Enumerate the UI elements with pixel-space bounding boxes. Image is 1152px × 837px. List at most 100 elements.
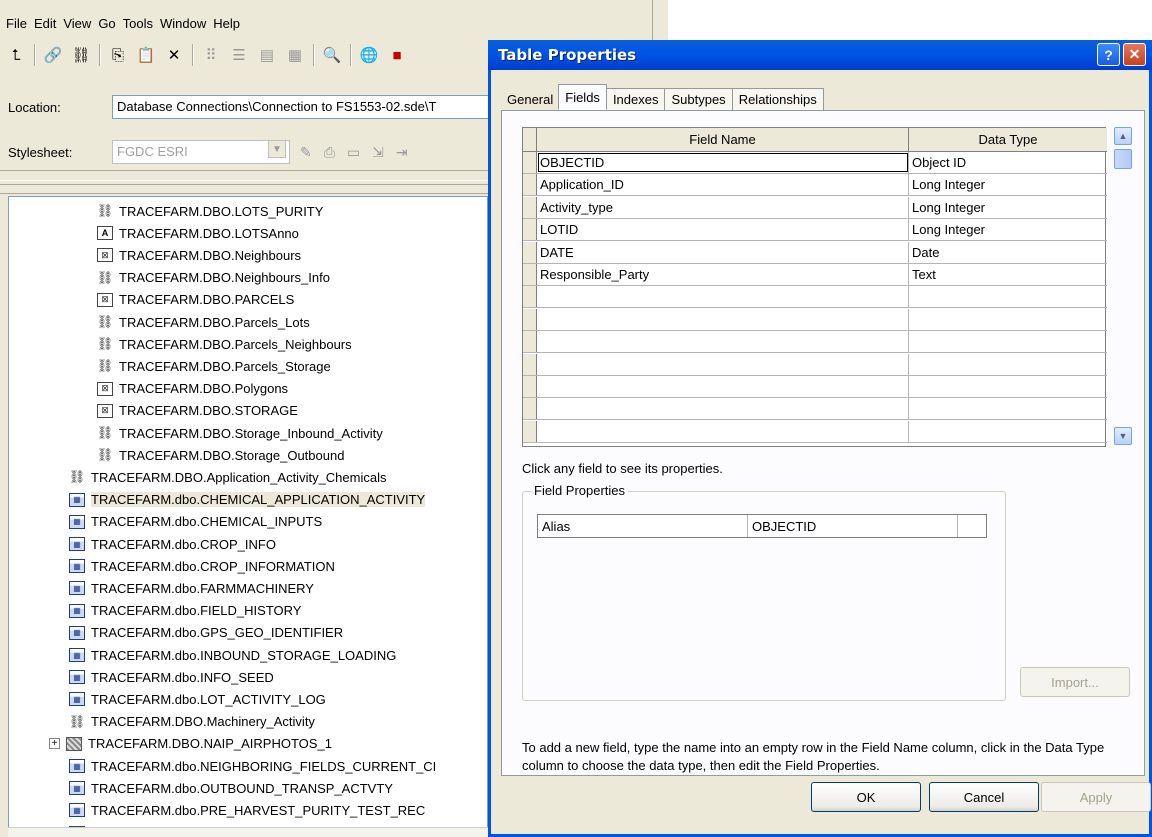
- scroll-thumb[interactable]: [1114, 149, 1132, 169]
- row-selector[interactable]: [523, 308, 537, 330]
- tree-item[interactable]: ⛓ TRACEFARM.DBO.Storage_Outbound: [97, 444, 345, 466]
- tab-indexes[interactable]: Indexes: [605, 88, 666, 110]
- field-name-cell[interactable]: Application_ID: [537, 174, 909, 196]
- tab-general[interactable]: General: [501, 88, 559, 110]
- tab-fields[interactable]: Fields: [558, 84, 607, 110]
- tree-item[interactable]: ▦ TRACEFARM.dbo.CROP_INFO: [69, 533, 276, 555]
- connect-folder-icon[interactable]: 🔗: [41, 43, 65, 67]
- launch-arcmap-icon[interactable]: 🔍: [320, 43, 344, 67]
- tree-item[interactable]: ▦ TRACEFARM.dbo.CROP_INFORMATION: [69, 555, 335, 577]
- globe-icon[interactable]: 🌐: [357, 43, 381, 67]
- menu-item-go[interactable]: Go: [98, 16, 115, 31]
- tree-item[interactable]: ▦ TRACEFARM.dbo.GPS_GEO_IDENTIFIER: [69, 622, 343, 644]
- tree-item[interactable]: ▦ TRACEFARM.dbo.FARMMACHINERY: [69, 577, 314, 599]
- field-row[interactable]: [523, 286, 1107, 309]
- tree-item[interactable]: A TRACEFARM.DBO.LOTSAnno: [97, 222, 299, 244]
- field-row[interactable]: [523, 331, 1107, 354]
- edit-metadata-icon[interactable]: ✎: [300, 144, 312, 161]
- tree-item[interactable]: ⛓ TRACEFARM.DBO.Application_Activity_Chem…: [69, 466, 387, 488]
- thumbnails-icon[interactable]: ▦: [283, 43, 307, 67]
- menu-item-window[interactable]: Window: [160, 16, 206, 31]
- field-name-cell[interactable]: [537, 376, 909, 397]
- tree-item[interactable]: ▦ TRACEFARM.dbo.LOT_ACTIVITY_LOG: [69, 688, 326, 710]
- up-one-level-icon[interactable]: ⮤: [4, 43, 28, 67]
- row-selector[interactable]: [523, 152, 537, 173]
- field-row[interactable]: Responsible_Party Text: [523, 264, 1107, 286]
- tree-item[interactable]: ⛓ TRACEFARM.DBO.LOTS_PURITY: [97, 200, 324, 222]
- field-row[interactable]: DATE Date: [523, 241, 1107, 264]
- field-row[interactable]: OBJECTID Object ID: [523, 152, 1107, 174]
- tree-item[interactable]: ▦ TRACEFARM.dbo.OUTBOUND_TRANSP_ACTVTY: [69, 777, 393, 799]
- field-name-cell[interactable]: [537, 308, 909, 330]
- data-type-cell[interactable]: [909, 309, 1107, 330]
- large-icons-icon[interactable]: ⠿: [199, 43, 223, 67]
- close-icon[interactable]: ✕: [1123, 43, 1146, 66]
- menu-item-tools[interactable]: Tools: [123, 16, 153, 31]
- scroll-down-icon[interactable]: ▼: [1114, 427, 1132, 445]
- field-row[interactable]: [523, 353, 1107, 376]
- field-row[interactable]: LOTID Long Integer: [523, 219, 1107, 242]
- data-type-cell[interactable]: [909, 354, 1107, 375]
- tree-item[interactable]: ▦ TRACEFARM.dbo.FIELD_HISTORY: [69, 600, 301, 622]
- data-type-cell[interactable]: [909, 421, 1107, 442]
- data-type-cell[interactable]: [909, 331, 1107, 352]
- field-name-header[interactable]: Field Name: [537, 128, 909, 151]
- menu-item-help[interactable]: Help: [213, 16, 240, 31]
- row-selector[interactable]: [523, 331, 537, 353]
- expand-icon[interactable]: +: [49, 738, 60, 750]
- field-row[interactable]: [523, 376, 1107, 398]
- row-selector[interactable]: [523, 196, 537, 218]
- data-type-cell[interactable]: [909, 376, 1107, 397]
- property-value[interactable]: OBJECTID: [748, 515, 958, 537]
- field-row[interactable]: [523, 308, 1107, 331]
- field-name-cell[interactable]: DATE: [537, 241, 909, 263]
- tree-item[interactable]: ▦ TRACEFARM.dbo.CHEMICAL_INPUTS: [69, 511, 322, 533]
- tab-subtypes[interactable]: Subtypes: [664, 88, 733, 110]
- tree-item[interactable]: ⛓ TRACEFARM.DBO.Parcels_Lots: [97, 311, 310, 333]
- field-name-cell[interactable]: OBJECTID: [537, 152, 909, 173]
- paste-icon[interactable]: 📋: [134, 43, 158, 67]
- tree-item[interactable]: ▦ TRACEFARM.dbo.INBOUND_STORAGE_LOADING: [69, 644, 396, 666]
- tree-item[interactable]: ▦ TRACEFARM.dbo.PRE_HARVEST_PURITY_TEST_R…: [69, 799, 425, 821]
- tree-item[interactable]: ⊠ TRACEFARM.DBO.Polygons: [97, 378, 288, 400]
- tree-item[interactable]: ⛓ TRACEFARM.DBO.Storage_Inbound_Activity: [97, 422, 383, 444]
- tree-item[interactable]: ⊠ TRACEFARM.DBO.PARCELS: [97, 289, 294, 311]
- tree-item[interactable]: ▦ TRACEFARM.dbo.CHEMICAL_APPLICATION_ACTI…: [69, 489, 426, 511]
- tree-item[interactable]: ⛓ TRACEFARM.DBO.Machinery_Activity: [69, 711, 315, 733]
- data-type-cell[interactable]: [909, 286, 1107, 307]
- horizontal-scrollbar[interactable]: [8, 827, 488, 837]
- pane-splitter[interactable]: [0, 170, 488, 194]
- list-icon[interactable]: ☰: [227, 43, 251, 67]
- field-name-cell[interactable]: Activity_type: [537, 196, 909, 218]
- import-button[interactable]: Import...: [1020, 667, 1130, 697]
- ok-button[interactable]: OK: [811, 782, 921, 812]
- field-row[interactable]: [523, 420, 1107, 443]
- field-name-cell[interactable]: [537, 420, 909, 442]
- export-metadata-icon[interactable]: ⇥: [396, 144, 408, 161]
- arctoolbox-icon[interactable]: ■: [385, 43, 409, 67]
- row-selector[interactable]: [523, 219, 537, 241]
- grid-vertical-scrollbar[interactable]: ▲ ▼: [1114, 127, 1132, 447]
- data-type-cell[interactable]: Long Integer: [909, 174, 1107, 195]
- data-type-header[interactable]: Data Type: [909, 128, 1107, 151]
- field-row[interactable]: [523, 398, 1107, 421]
- tree-item[interactable]: ⛓ TRACEFARM.DBO.Parcels_Storage: [97, 355, 331, 377]
- field-name-cell[interactable]: LOTID: [537, 219, 909, 241]
- field-name-cell[interactable]: [537, 353, 909, 375]
- tree-item[interactable]: + TRACEFARM.DBO.NAIP_AIRPHOTOS_1: [49, 733, 332, 755]
- field-name-cell[interactable]: [537, 398, 909, 420]
- dialog-titlebar[interactable]: Table Properties ? ✕: [488, 40, 1152, 70]
- row-selector[interactable]: [523, 398, 537, 420]
- tree-item[interactable]: ▦ TRACEFARM.dbo.NEIGHBORING_FIELDS_CURREN…: [69, 755, 436, 777]
- field-row[interactable]: Application_ID Long Integer: [523, 174, 1107, 197]
- apply-button[interactable]: Apply: [1041, 782, 1151, 812]
- field-name-cell[interactable]: [537, 331, 909, 353]
- disconnect-folder-icon[interactable]: ⛓: [69, 43, 93, 67]
- copy-icon[interactable]: ⎘: [106, 43, 130, 67]
- row-selector[interactable]: [523, 420, 537, 442]
- row-selector[interactable]: [523, 264, 537, 285]
- tree-item[interactable]: ⛓ TRACEFARM.DBO.Neighbours_Info: [97, 267, 330, 289]
- menu-item-view[interactable]: View: [63, 16, 91, 31]
- tree-item[interactable]: ▦ TRACEFARM.dbo.INFO_SEED: [69, 666, 274, 688]
- tree-item[interactable]: ⛓ TRACEFARM.DBO.Parcels_Neighbours: [97, 333, 352, 355]
